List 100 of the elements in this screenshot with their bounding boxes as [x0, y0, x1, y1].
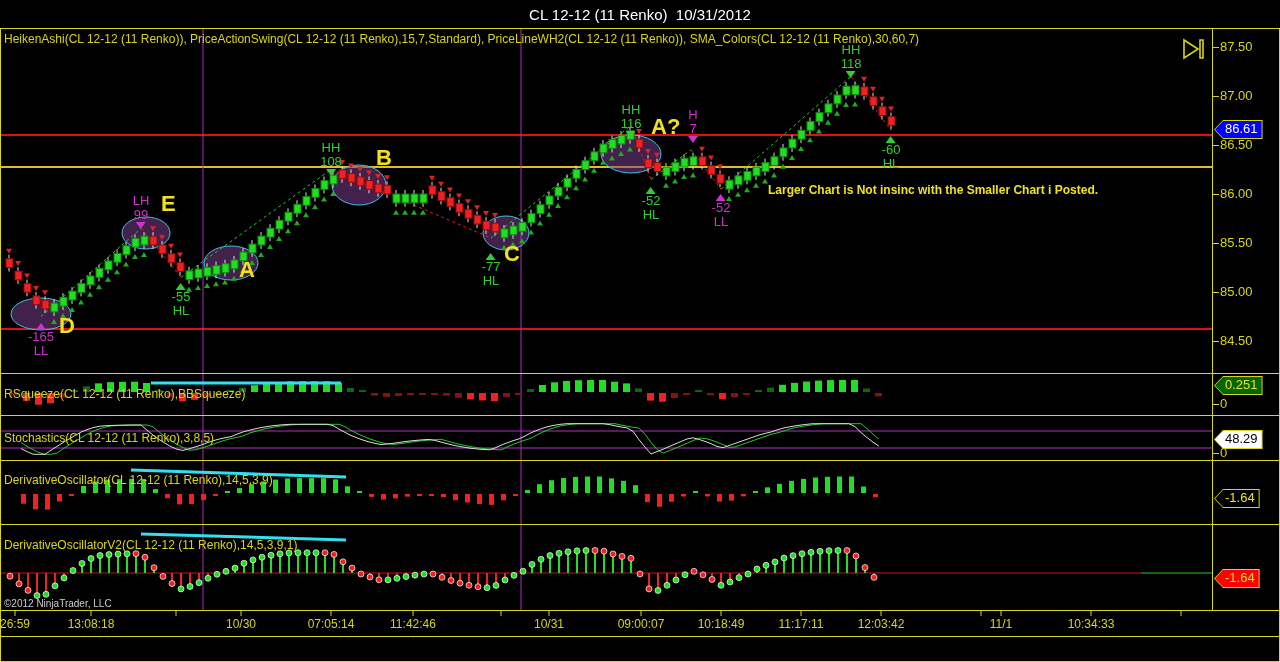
axis-tick-label: 85.50: [1220, 236, 1253, 250]
candlestick: [419, 189, 428, 208]
candlestick: [356, 172, 365, 191]
candlestick: [689, 152, 698, 171]
indicator-label: RSqueeze(CL 12-12 (11 Renko),BBSqueeze): [4, 387, 246, 401]
candlestick: [788, 134, 797, 153]
candlestick: [482, 216, 491, 235]
candlestick: [77, 279, 86, 297]
time-axis-label: 10/30: [226, 617, 256, 631]
candlestick: [833, 90, 842, 109]
time-axis-label: 13:08:18: [67, 617, 115, 631]
candlestick: [248, 239, 257, 258]
candlestick: [140, 231, 149, 250]
candlestick: [509, 221, 518, 240]
swing-value: -52: [711, 201, 731, 215]
candlestick: [527, 209, 536, 227]
pattern-letter: A: [239, 257, 255, 283]
candlestick: [59, 292, 68, 311]
axis-tick-label: 87.00: [1220, 89, 1253, 103]
candlestick: [878, 102, 887, 120]
candlestick: [653, 158, 662, 176]
candlestick: [464, 204, 473, 223]
candlestick: [644, 154, 653, 173]
swing-value: -52: [641, 194, 661, 208]
time-axis-label: 09:00:07: [617, 617, 665, 631]
candlestick: [122, 241, 131, 260]
candlestick: [518, 217, 527, 236]
candlestick: [869, 92, 878, 111]
indicator-label: DerivativeOscillator(CL 12-12 (11 Renko),14,5,3,9): [4, 473, 273, 487]
copyright-text: ©2012 NinjaTrader, LLC: [4, 598, 112, 609]
candlestick: [68, 286, 77, 305]
axis-tick-label: 86.50: [1220, 138, 1253, 152]
candlestick: [41, 295, 50, 314]
candlestick: [185, 266, 194, 285]
candlestick: [752, 162, 761, 181]
candlestick: [23, 279, 32, 297]
swing-label: HL: [482, 274, 500, 288]
candlestick: [473, 210, 482, 229]
candlestick: [716, 169, 725, 188]
swing-value: 7: [689, 122, 697, 136]
candlestick: [770, 152, 779, 171]
candlestick: [86, 271, 95, 290]
candlestick: [275, 215, 284, 234]
chart-note: Larger Chart is Not insinc with the Smaller Chart i Posted.: [768, 183, 1099, 197]
candlestick: [311, 184, 320, 202]
down-triangle-icon: [626, 131, 636, 138]
candlestick: [779, 143, 788, 162]
candlestick: [302, 191, 311, 210]
value-tag: 86.61: [1215, 121, 1262, 138]
candlestick: [5, 254, 14, 272]
candlestick: [32, 291, 41, 310]
candlestick: [266, 223, 275, 242]
candlestick: [221, 259, 230, 278]
time-axis-label: 07:05:14: [307, 617, 355, 631]
candlestick: [545, 191, 554, 210]
swing-label: HH: [321, 141, 341, 155]
swing-value: -77: [481, 260, 501, 274]
swing-value: 108: [320, 155, 342, 169]
candlestick: [401, 189, 410, 208]
time-axis-label: 11:42:46: [390, 617, 436, 631]
candlestick: [194, 264, 203, 283]
swing-value: 118: [840, 57, 862, 71]
candlestick: [887, 112, 896, 130]
down-triangle-icon: [326, 169, 336, 176]
up-triangle-icon: [886, 136, 896, 143]
swing-value: -60: [881, 143, 901, 157]
candlestick: [257, 231, 266, 250]
swing-value: 116: [620, 117, 642, 131]
candlestick: [284, 207, 293, 226]
candlestick: [410, 189, 419, 208]
candlestick: [860, 82, 869, 101]
time-axis-label: 11:17:11: [778, 617, 824, 631]
candlestick: [563, 173, 572, 192]
candlestick: [662, 162, 671, 181]
value-tag: -1.64: [1215, 570, 1259, 587]
up-triangle-icon: [36, 323, 46, 330]
candlestick: [842, 81, 851, 100]
candlestick: [761, 158, 770, 176]
swing-label: LL: [713, 215, 729, 229]
candlestick: [680, 153, 689, 172]
value-tag: 0.251: [1215, 377, 1262, 394]
swing-label: HL: [642, 208, 660, 222]
indicator-label: DerivativeOscillatorV2(CL 12-12 (11 Renko),14,5,3,9,1): [4, 538, 298, 552]
time-axis-label: 12:03:42: [857, 617, 905, 631]
indicator-label: HeikenAshi(CL 12-12 (11 Renko)), PriceActionSwing(CL 12-12 (11 Renko),15,7,Standard), PriceLineWH2(CL 12-12 (11 Renko)), SMA_Colors(CL 12-12 (11 Renko),30,60,7): [4, 32, 920, 46]
axis-tick-label: 86.00: [1220, 187, 1253, 201]
candlestick: [635, 134, 644, 153]
candlestick: [437, 187, 446, 206]
candlestick: [383, 180, 392, 199]
pattern-letter: C: [504, 241, 520, 267]
candlestick: [113, 248, 122, 267]
skip-to-end-icon[interactable]: [1182, 38, 1204, 60]
candlestick: [338, 165, 347, 184]
candlestick: [617, 130, 626, 149]
candlestick: [806, 117, 815, 135]
candlestick: [329, 170, 338, 189]
value-tag: 48.29: [1215, 431, 1262, 448]
candlestick: [230, 255, 239, 274]
candlestick: [671, 158, 680, 176]
value-tag: -1.64: [1215, 490, 1259, 507]
